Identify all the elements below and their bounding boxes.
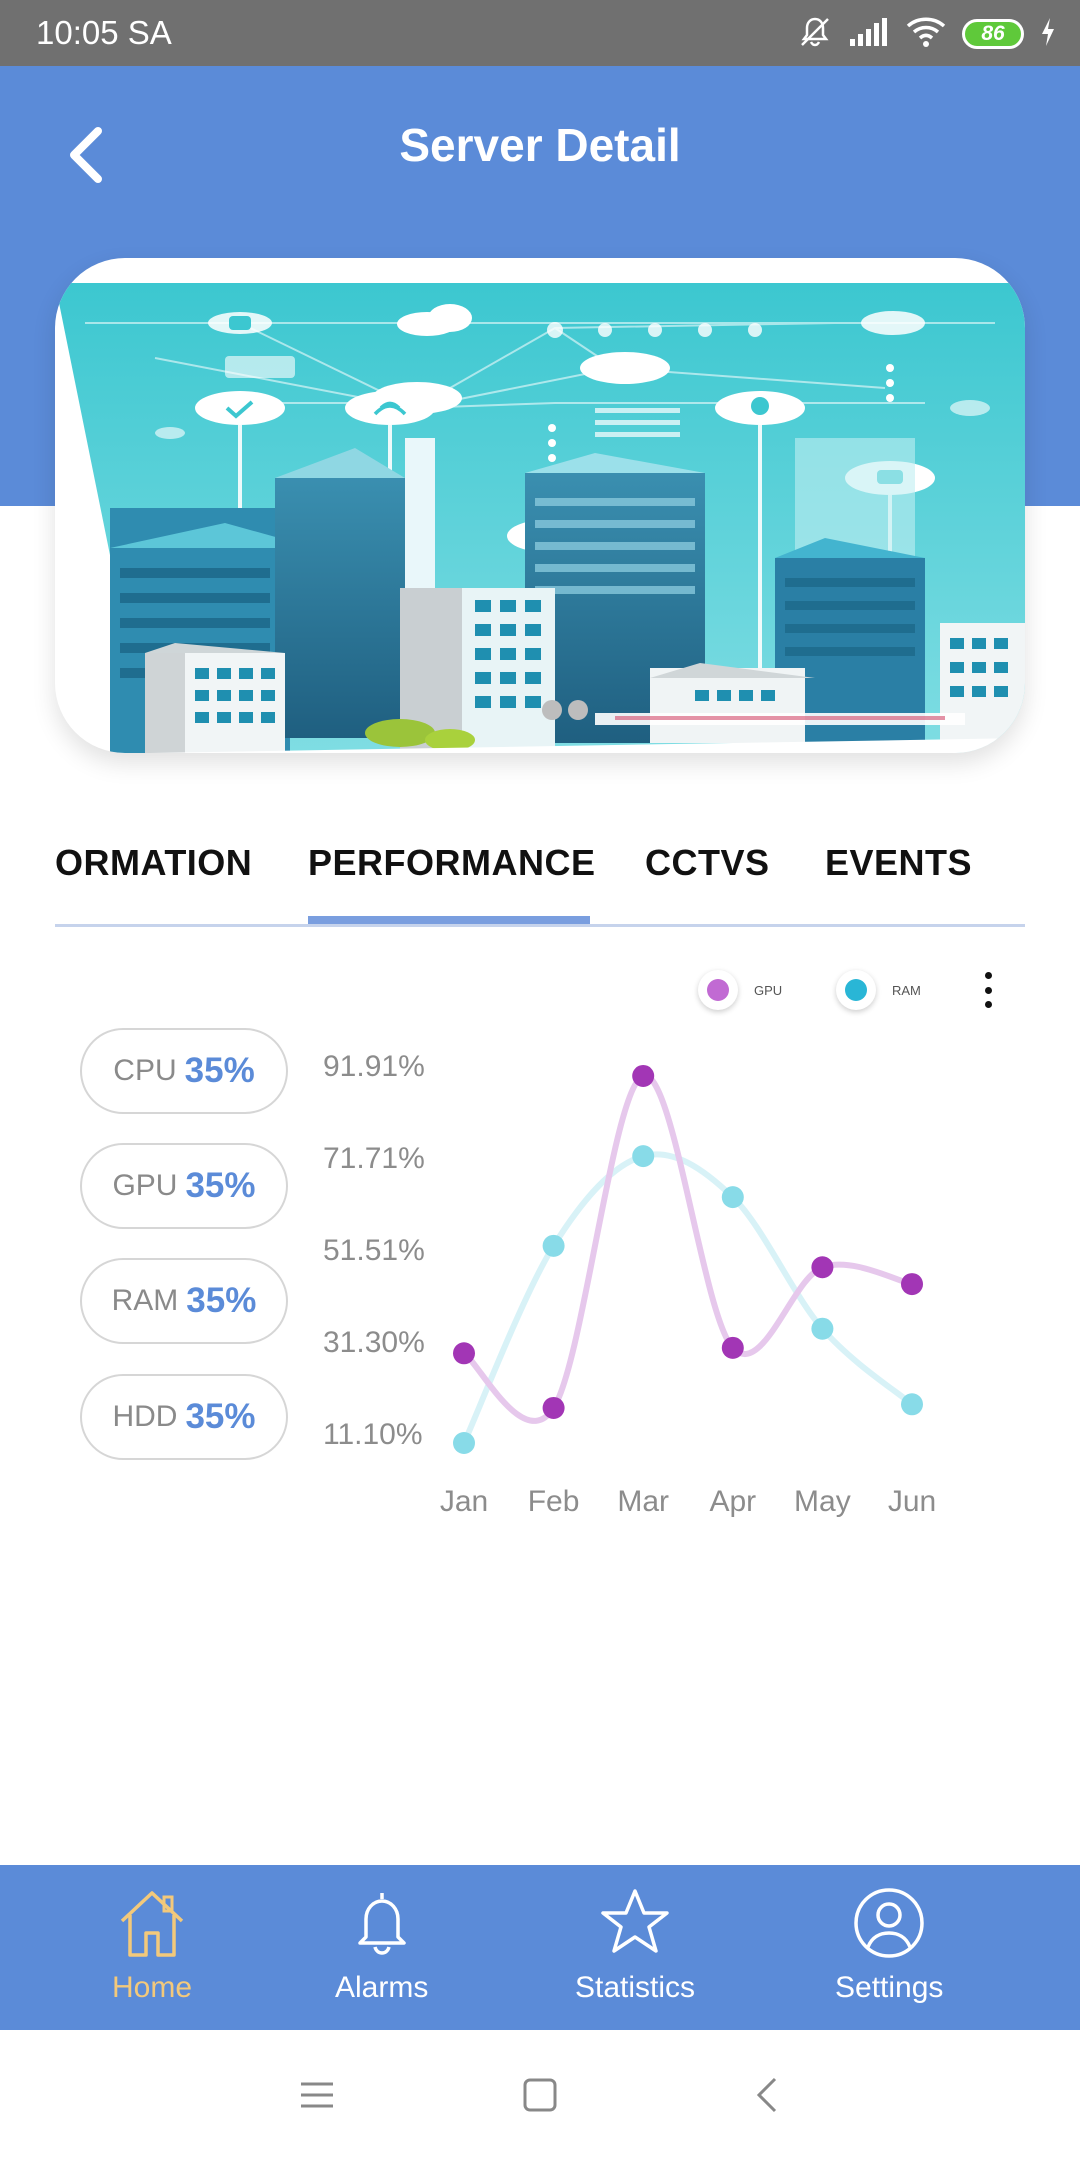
legend-gpu[interactable]: GPU	[698, 970, 782, 1010]
y-tick-label: 11.10%	[323, 1418, 423, 1451]
data-point-ram[interactable]	[721, 1186, 744, 1209]
tab-bar: ORMATION PERFORMANCE CCTVS EVENTS	[55, 812, 1025, 928]
metric-cpu-value: 35%	[184, 1051, 255, 1090]
data-point-gpu[interactable]	[632, 1064, 655, 1087]
bell-icon	[344, 1885, 420, 1961]
star-icon	[597, 1885, 673, 1961]
wifi-icon	[906, 16, 946, 53]
series-line-gpu	[461, 1072, 915, 1424]
home-square-icon[interactable]	[510, 2070, 570, 2120]
metric-cpu[interactable]: CPU 35%	[80, 1028, 288, 1114]
series-line-ram	[461, 1151, 915, 1447]
metric-hdd-label: HDD	[112, 1400, 178, 1433]
y-tick-label: 91.91%	[323, 1050, 425, 1083]
signal-icon	[848, 17, 890, 52]
metric-gpu[interactable]: GPU 35%	[80, 1143, 288, 1229]
tab-cctvs[interactable]: CCTVS	[645, 842, 770, 884]
battery-icon: 86	[962, 19, 1024, 49]
legend-ram-swatch	[845, 979, 867, 1001]
hero-illustration	[55, 258, 1025, 753]
data-point-ram[interactable]	[453, 1432, 475, 1455]
metric-ram-label: RAM	[111, 1284, 179, 1317]
tab-active-indicator	[308, 916, 590, 924]
legend-ram[interactable]: RAM	[836, 970, 921, 1010]
metric-gpu-value: 35%	[185, 1166, 256, 1205]
legend-ram-label: RAM	[892, 982, 921, 998]
data-point-ram[interactable]	[811, 1317, 834, 1340]
x-tick-label: May	[794, 1485, 851, 1518]
status-icons: 86	[798, 12, 1056, 56]
metric-hdd-value: 35%	[185, 1397, 256, 1436]
metric-gpu-label: GPU	[112, 1169, 178, 1202]
x-tick-label: Jan	[440, 1485, 488, 1518]
home-icon	[114, 1885, 190, 1961]
nav-statistics-label: Statistics	[575, 1971, 696, 2004]
data-point-gpu[interactable]	[542, 1396, 565, 1419]
x-tick-label: Feb	[528, 1485, 580, 1518]
status-time: 10:05 SA	[36, 14, 172, 51]
legend-gpu-label: GPU	[754, 982, 783, 998]
metric-ram-value: 35%	[186, 1281, 257, 1320]
user-icon	[851, 1885, 927, 1961]
metric-cpu-label: CPU	[113, 1054, 177, 1087]
data-point-gpu[interactable]	[811, 1256, 834, 1279]
chart-more-icon[interactable]	[976, 972, 1000, 1008]
metric-ram[interactable]: RAM 35%	[80, 1258, 288, 1344]
status-bar: 10:05 SA 86	[0, 0, 1080, 66]
data-point-ram[interactable]	[542, 1234, 565, 1257]
y-tick-label: 71.71%	[323, 1142, 425, 1175]
metric-hdd[interactable]: HDD 35%	[80, 1374, 288, 1460]
data-point-ram[interactable]	[901, 1393, 923, 1416]
legend-gpu-swatch	[707, 979, 729, 1001]
nav-home-label: Home	[112, 1971, 193, 2004]
data-point-gpu[interactable]	[453, 1342, 475, 1365]
charging-icon	[1040, 17, 1056, 52]
x-tick-label: Jun	[888, 1485, 936, 1518]
data-point-gpu[interactable]	[721, 1336, 744, 1359]
nav-settings[interactable]: Settings	[835, 1885, 943, 2005]
menu-icon[interactable]	[287, 2070, 347, 2120]
tabs-divider	[55, 924, 1025, 927]
nav-alarms[interactable]: Alarms	[335, 1885, 428, 2005]
x-tick-label: Apr	[709, 1485, 756, 1518]
system-nav-bar	[0, 2030, 1080, 2160]
tab-information[interactable]: ORMATION	[55, 842, 252, 884]
page-title: Server Detail	[399, 119, 681, 171]
y-tick-label: 31.30%	[323, 1326, 425, 1359]
x-tick-label: Mar	[617, 1485, 669, 1518]
data-point-gpu[interactable]	[901, 1273, 923, 1296]
nav-settings-label: Settings	[835, 1971, 944, 2004]
y-tick-label: 51.51%	[323, 1234, 425, 1267]
tab-events[interactable]: EVENTS	[825, 842, 972, 884]
data-point-ram[interactable]	[632, 1145, 655, 1168]
bell-off-icon	[798, 15, 832, 54]
tab-performance[interactable]: PERFORMANCE	[308, 842, 596, 884]
nav-home[interactable]: Home	[112, 1885, 192, 2005]
nav-statistics[interactable]: Statistics	[575, 1885, 695, 2005]
bottom-nav: Home Alarms Statistics Settings	[0, 1865, 1080, 2030]
nav-alarms-label: Alarms	[335, 1971, 429, 2004]
back-triangle-icon[interactable]	[737, 2070, 797, 2120]
